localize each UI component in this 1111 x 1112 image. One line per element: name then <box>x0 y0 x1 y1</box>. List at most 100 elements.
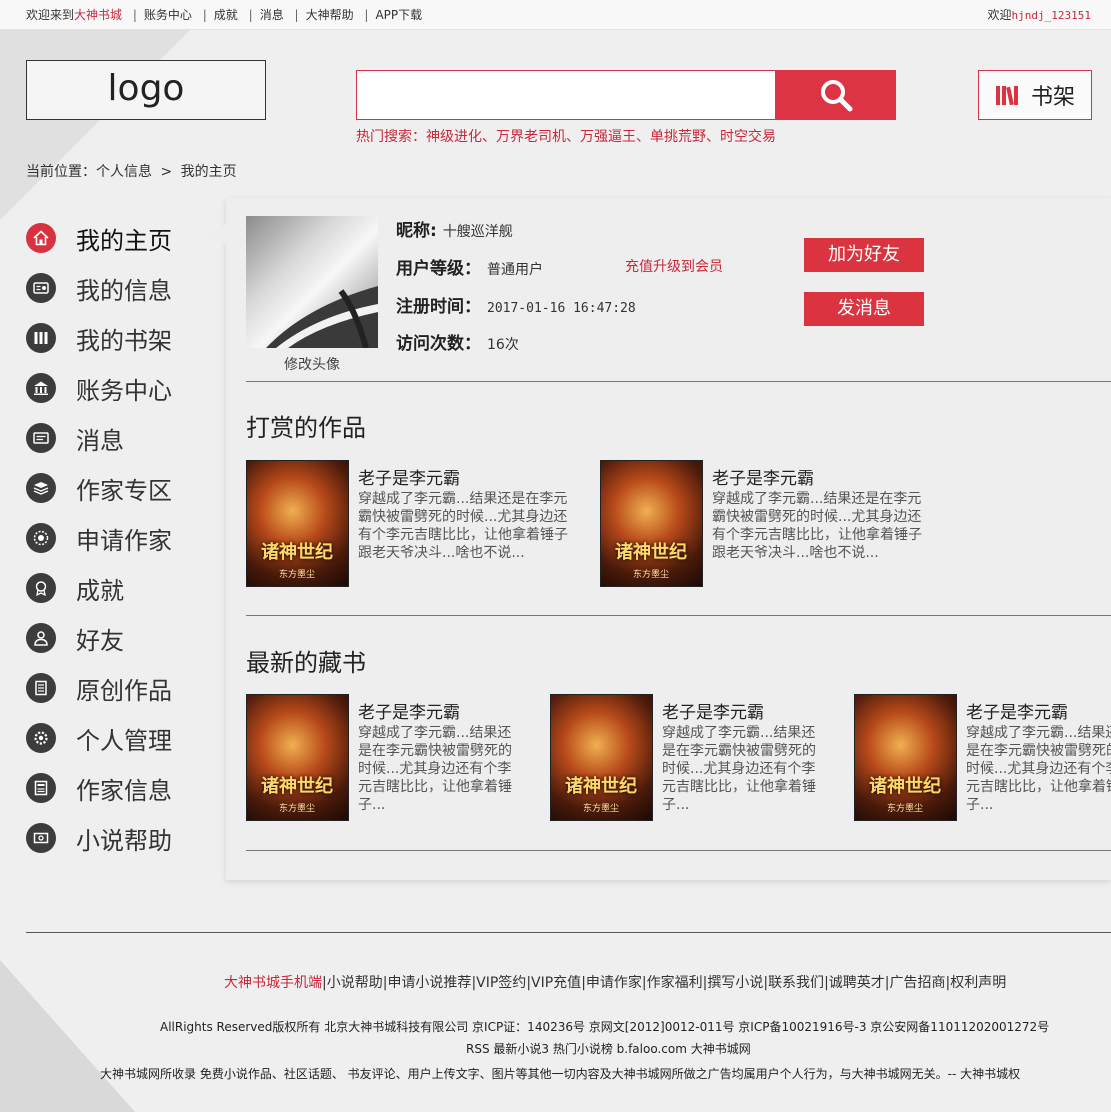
footer-disclaimer: 大神书城网所收录 免费小说作品、社区话题、 书友评论、用户上传文字、图片等其他一… <box>100 1067 1021 1081</box>
footer-link[interactable]: 联系我们 <box>768 975 824 991</box>
sidebar-item-apply-writer[interactable]: 申请作家 <box>26 513 216 563</box>
sidebar-item-label: 好友 <box>76 626 124 655</box>
sidebar-item-bookshelf[interactable]: 我的书架 <box>26 313 216 363</box>
top-link-message[interactable]: 消息 <box>260 8 284 22</box>
help-icon <box>26 823 56 853</box>
sidebar-item-achievement[interactable]: 成就 <box>26 563 216 613</box>
footer-link[interactable]: 撰写小说 <box>707 975 763 991</box>
sidebar-item-works[interactable]: 原创作品 <box>26 663 216 713</box>
footer-link[interactable]: 诚聘英才 <box>829 975 885 991</box>
welcome-text: 欢迎来到 <box>26 8 75 22</box>
footer-link[interactable]: 权利声明 <box>950 975 1006 991</box>
document-icon <box>26 673 56 703</box>
site-logo[interactable]: logo <box>26 60 266 120</box>
footer-link[interactable]: 作家福利 <box>647 975 703 991</box>
book-title[interactable]: 老子是李元霸 <box>358 464 460 489</box>
breadcrumb-parent[interactable]: 个人信息 <box>96 164 152 180</box>
latest-book-card[interactable]: 诸神世纪 东方墨尘 老子是李元霸 穿越成了李元霸...结果还是在李元霸快被雷劈死… <box>550 694 880 822</box>
avatar[interactable] <box>246 216 378 348</box>
book-cover[interactable]: 诸神世纪 东方墨尘 <box>854 694 957 821</box>
sidebar-item-writer-info[interactable]: 作家信息 <box>26 763 216 813</box>
sidebar-item-label: 我的主页 <box>76 226 172 255</box>
book-cover[interactable]: 诸神世纪 东方墨尘 <box>550 694 653 821</box>
book-photo-icon <box>266 286 378 348</box>
book-cover[interactable]: 诸神世纪 东方墨尘 <box>246 460 349 587</box>
top-links: 欢迎来到大神书城 | 账务中心 | 成就 | 消息 | 大神帮助 | APP下载 <box>26 8 423 22</box>
latest-book-card[interactable]: 诸神世纪 东方墨尘 老子是李元霸 穿越成了李元霸...结果还是在李元霸快被雷劈死… <box>854 694 1111 822</box>
level-row: 用户等级： 普通用户 <box>396 254 543 279</box>
book-title[interactable]: 老子是李元霸 <box>662 698 764 723</box>
medal-icon <box>26 573 56 603</box>
footer-copyright: AllRights Reserved版权所有 北京大神书城科技有限公司 京ICP… <box>160 1020 1050 1034</box>
user-greeting: 欢迎hjndj_123151 <box>988 0 1092 31</box>
cover-author: 东方墨尘 <box>633 570 670 580</box>
sidebar-item-label: 作家专区 <box>76 476 172 505</box>
top-link-app[interactable]: APP下载 <box>375 8 422 22</box>
footer-link[interactable]: 大神书城手机端 <box>224 975 322 991</box>
book-description: 穿越成了李元霸...结果还是在李元霸快被雷劈死的时候...尤其身边还有个李元吉瞎… <box>358 491 568 561</box>
footer-links: 大神书城手机端|小说帮助|申请小说推荐|VIP签约|VIP充值|申请作家|作家福… <box>224 975 1007 991</box>
sidebar-item-label: 作家信息 <box>76 776 172 805</box>
level-value: 普通用户 <box>487 262 543 278</box>
sidebar-item-personal-manage[interactable]: 个人管理 <box>26 713 216 763</box>
sidebar: 我的主页 我的信息 我的书架 账务中心 消息 作家专区 申请作家 成就 好友 原… <box>26 213 216 863</box>
book-title[interactable]: 老子是李元霸 <box>358 698 460 723</box>
top-link-achievement[interactable]: 成就 <box>214 8 238 22</box>
bookshelf-button[interactable]: 书架 <box>978 70 1092 120</box>
footer-link[interactable]: VIP充值 <box>531 975 581 991</box>
breadcrumb-current: 我的主页 <box>180 164 237 180</box>
upgrade-link[interactable]: 充值升级到会员 <box>625 256 723 276</box>
footer-link[interactable]: 申请小说推荐 <box>387 975 471 991</box>
footer-link[interactable]: 广告招商 <box>890 975 946 991</box>
book-title[interactable]: 老子是李元霸 <box>712 464 814 489</box>
sidebar-item-friends[interactable]: 好友 <box>26 613 216 663</box>
layers-icon <box>26 473 56 503</box>
book-cover[interactable]: 诸神世纪 东方墨尘 <box>600 460 703 587</box>
username-link[interactable]: hjndj_123151 <box>1012 9 1091 22</box>
site-name-link[interactable]: 大神书城 <box>74 8 122 22</box>
send-message-button[interactable]: 发消息 <box>804 292 924 326</box>
cover-title: 诸神世纪 <box>869 776 941 797</box>
book-title[interactable]: 老子是李元霸 <box>966 698 1068 723</box>
sidebar-item-messages[interactable]: 消息 <box>26 413 216 463</box>
footer-link[interactable]: VIP签约 <box>476 975 526 991</box>
book-description: 穿越成了李元霸...结果还是在李元霸快被雷劈死的时候...尤其身边还有个李元吉瞎… <box>712 491 922 561</box>
decor-triangle <box>0 30 190 220</box>
sidebar-item-help[interactable]: 小说帮助 <box>26 813 216 863</box>
register-row: 注册时间： 2017-01-16 16:47:28 <box>396 292 636 317</box>
cover-title: 诸神世纪 <box>261 776 333 797</box>
footer-link[interactable]: 申请作家 <box>586 975 642 991</box>
register-value: 2017-01-16 16:47:28 <box>487 301 636 316</box>
hot-search-items[interactable]: 神级进化、万界老司机、万强逼王、单挑荒野、时空交易 <box>426 129 776 145</box>
nickname-row: 昵称: 十艘巡洋舰 <box>396 216 513 241</box>
cover-author: 东方墨尘 <box>279 804 316 814</box>
breadcrumb-separator: > <box>160 164 173 180</box>
add-friend-button[interactable]: 加为好友 <box>804 238 924 272</box>
decor-triangle <box>0 960 135 1112</box>
latest-book-card[interactable]: 诸神世纪 东方墨尘 老子是李元霸 穿越成了李元霸...结果还是在李元霸快被雷劈死… <box>246 694 576 822</box>
sidebar-item-info[interactable]: 我的信息 <box>26 263 216 313</box>
sidebar-item-label: 原创作品 <box>76 676 172 705</box>
active-indicator <box>208 224 226 244</box>
breadcrumb: 当前位置：个人信息 > 我的主页 <box>26 161 237 181</box>
hot-search: 热门搜索：神级进化、万界老司机、万强逼王、单挑荒野、时空交易 <box>356 126 776 146</box>
bank-icon <box>26 373 56 403</box>
divider <box>246 850 1111 851</box>
change-avatar-link[interactable]: 修改头像 <box>246 354 378 374</box>
breadcrumb-label: 当前位置： <box>26 164 96 180</box>
book-cover[interactable]: 诸神世纪 东方墨尘 <box>246 694 349 821</box>
search-input[interactable] <box>356 70 776 120</box>
id-card-icon <box>26 273 56 303</box>
message-icon <box>26 423 56 453</box>
section-title-latest: 最新的藏书 <box>246 649 366 677</box>
rewarded-book-card[interactable]: 诸神世纪 东方墨尘 老子是李元霸 穿越成了李元霸...结果还是在李元霸快被雷劈死… <box>246 460 576 588</box>
search-button[interactable] <box>775 70 896 120</box>
footer-link[interactable]: 小说帮助 <box>327 975 383 991</box>
sidebar-item-home[interactable]: 我的主页 <box>26 213 216 263</box>
top-link-help[interactable]: 大神帮助 <box>306 8 354 22</box>
rewarded-book-card[interactable]: 诸神世纪 东方墨尘 老子是李元霸 穿越成了李元霸...结果还是在李元霸快被雷劈死… <box>600 460 930 588</box>
sidebar-item-account[interactable]: 账务中心 <box>26 363 216 413</box>
list-icon <box>26 773 56 803</box>
sidebar-item-writer-zone[interactable]: 作家专区 <box>26 463 216 513</box>
top-link-account[interactable]: 账务中心 <box>144 8 192 22</box>
